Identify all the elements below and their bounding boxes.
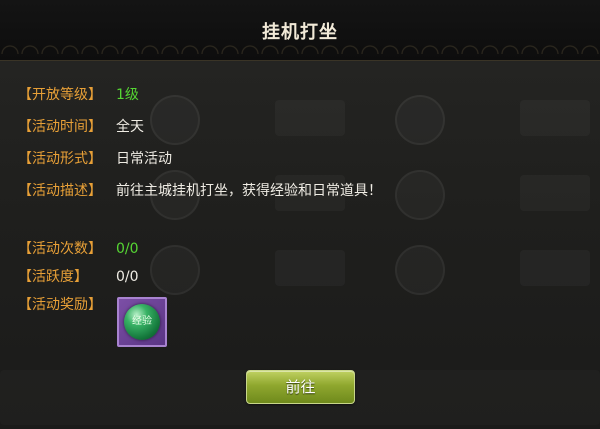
experience-orb-icon: 经验 [124,304,160,340]
info-row-open-level: 【开放等级】 1级 [18,84,139,106]
background-panel [520,175,590,211]
info-label: 【活动奖励】 [18,297,102,313]
title-bar: 挂机打坐 [0,0,600,61]
background-icon [395,95,445,145]
background-icon [150,245,200,295]
info-row-time: 【活动时间】 全天 [18,116,144,138]
info-label: 【活动时间】 [18,119,102,135]
info-row-reward: 【活动奖励】 [18,294,102,316]
info-value: 前往主城挂机打坐，获得经验和日常道具！ [116,183,382,199]
reward-item-label: 经验 [132,316,152,327]
info-value: 全天 [116,119,144,135]
background-panel [275,100,345,136]
activity-dialog: 挂机打坐 【开放等级】 1级 【活动时间】 全天 【活动形式】 日常活动 【活动… [0,0,600,429]
info-label: 【活跃度】 [18,269,88,285]
background-panel [520,100,590,136]
info-row-count: 【活动次数】 0/0 [18,238,139,260]
title-ornament [0,44,600,54]
reward-item-slot[interactable]: 经验 [117,297,167,347]
info-label: 【活动形式】 [18,151,102,167]
background-icon [150,95,200,145]
info-row-description: 【活动描述】 前往主城挂机打坐，获得经验和日常道具！ [18,180,382,202]
background-panel [275,250,345,286]
dialog-title: 挂机打坐 [262,22,338,43]
background-icon [395,245,445,295]
info-label: 【活动描述】 [18,183,102,199]
background-icon [395,170,445,220]
info-row-format: 【活动形式】 日常活动 [18,148,172,170]
info-label: 【开放等级】 [18,87,102,103]
info-value: 日常活动 [116,151,172,167]
info-label: 【活动次数】 [18,241,102,257]
background-panel [520,250,590,286]
info-value: 0/0 [116,269,139,285]
info-value: 1级 [116,87,139,103]
info-value: 0/0 [116,241,139,257]
info-row-activity: 【活跃度】 0/0 [18,266,139,288]
go-button[interactable]: 前往 [246,370,355,404]
